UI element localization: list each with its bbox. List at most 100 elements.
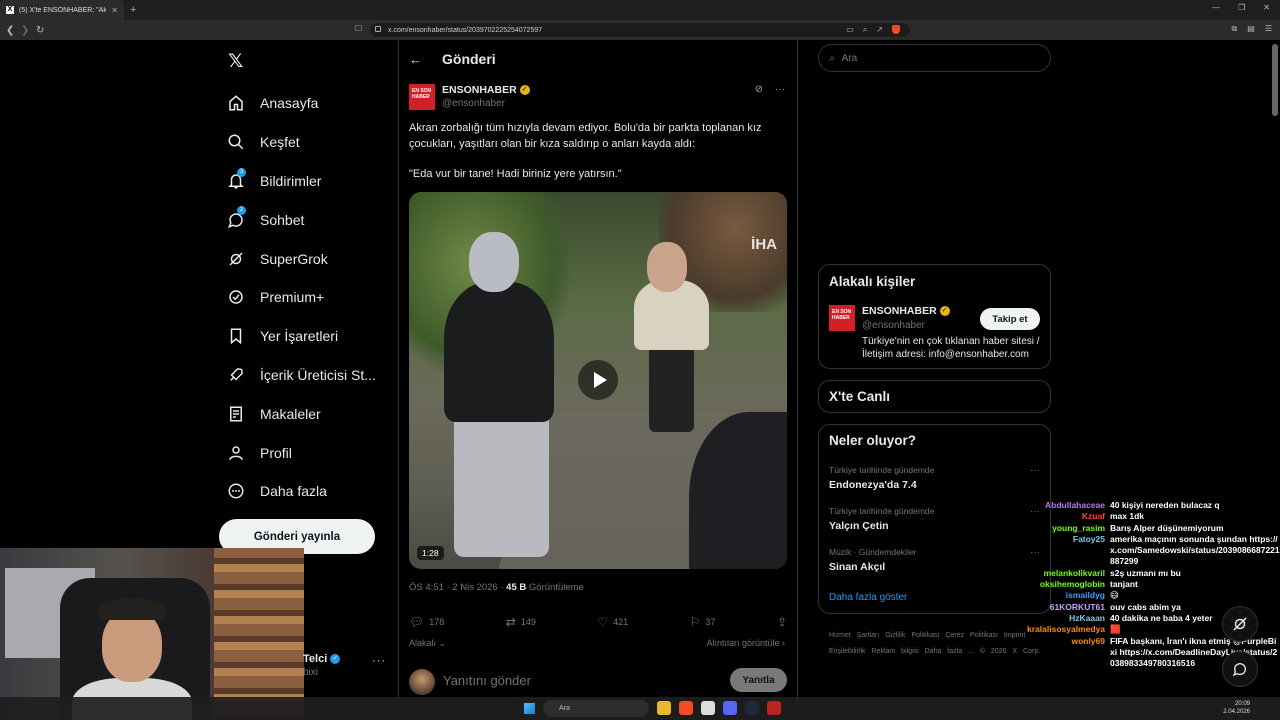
post-time[interactable]: ÖS 4:51 · 2 Nis 2026 · — [409, 582, 504, 593]
video-figure — [454, 407, 549, 557]
reply-input[interactable]: Yanıtını gönder — [443, 673, 531, 688]
left-nav: Anasayfa Keşfet 3 Bildirimler 2 Sohbet S… — [226, 84, 376, 511]
show-more-link[interactable]: Daha fazla göster — [829, 592, 907, 603]
trend-name: Sinan Akçıl — [829, 561, 886, 573]
person-icon — [226, 443, 246, 463]
reload-icon[interactable]: ↻ — [36, 25, 51, 36]
nav-chat[interactable]: 2 Sohbet — [226, 200, 376, 239]
obs-icon[interactable] — [767, 701, 781, 715]
chat-username: oksihemoglobin — [1039, 579, 1105, 590]
repost-action[interactable]: ⇄ 149 — [506, 615, 536, 629]
browser-tab-bar: X (5) X'te ENSONHABER: "Akran zo ✕ + — ❐… — [0, 0, 1280, 20]
nav-premium[interactable]: Premium+ — [226, 278, 376, 317]
nav-bookmarks[interactable]: Yer İşaretleri — [226, 317, 376, 356]
notepad-icon[interactable] — [701, 701, 715, 715]
file-explorer-icon[interactable] — [657, 701, 671, 715]
taskbar-clock[interactable]: 20:09 2.04.2026 — [1223, 700, 1250, 716]
account-handle: bixi — [303, 667, 319, 678]
extensions-icon[interactable]: ⧉ — [1232, 24, 1238, 34]
windows-start-icon[interactable] — [524, 703, 535, 714]
video-duration: 1:28 — [417, 546, 444, 560]
forward-icon[interactable]: ❯ — [21, 25, 36, 36]
reply-button[interactable]: Yanıtla — [730, 668, 787, 692]
minimize-icon[interactable]: — — [1212, 3, 1220, 12]
page-scrollbar[interactable] — [1272, 44, 1278, 116]
account-name[interactable]: Telci ✓ — [303, 653, 341, 665]
more-options-icon[interactable]: ··· — [775, 84, 785, 95]
view-label: Görüntüleme — [528, 582, 584, 593]
post-quote-text: "Eda vur bir tane! Hadi biriniz yere yat… — [409, 168, 622, 180]
back-icon[interactable]: ❮ — [6, 25, 21, 36]
site-info-icon[interactable] — [375, 26, 381, 32]
search-input[interactable]: ⌕ Ara — [818, 44, 1051, 72]
premium-icon — [226, 287, 246, 307]
discord-icon[interactable] — [723, 701, 737, 715]
trend-item[interactable]: Müzik · Gündemdekiler Sinan Akçıl — [829, 547, 916, 573]
verified-badge-icon: ✓ — [330, 654, 341, 665]
share-icon[interactable]: ↗ — [876, 23, 883, 37]
nav-label: SuperGrok — [260, 250, 328, 267]
back-arrow-icon[interactable]: ← — [409, 52, 422, 67]
nav-creator-studio[interactable]: İçerik Üreticisi St... — [226, 356, 376, 395]
author-name[interactable]: ENSONHABER ✓ — [442, 84, 530, 96]
grok-icon[interactable]: ⊘ — [755, 84, 763, 95]
chat-message: melankolikvaril s2ş uzmanı mı bu — [1010, 568, 1280, 579]
nav-label: Profil — [260, 444, 292, 461]
sort-replies-dropdown[interactable]: Alakalı ⌄ — [409, 638, 446, 649]
close-window-icon[interactable]: ✕ — [1263, 3, 1270, 12]
x-logo-icon[interactable]: 𝕏 — [228, 50, 243, 73]
related-avatar[interactable]: EN SON HABER — [829, 305, 855, 331]
nav-articles[interactable]: Makaleler — [226, 394, 376, 433]
related-handle[interactable]: @ensonhaber — [862, 320, 925, 331]
share-action[interactable]: ⇪ — [777, 615, 787, 629]
search-placeholder: Ara — [841, 52, 858, 64]
follow-button[interactable]: Takip et — [980, 308, 1040, 330]
new-tab-icon[interactable]: + — [130, 4, 136, 16]
brave-shields-icon[interactable] — [892, 25, 900, 34]
trend-item[interactable]: Türkiye tarihinde gündemde Endonezya'da … — [829, 465, 934, 491]
author-handle[interactable]: @ensonhaber — [442, 98, 505, 109]
sidebar-icon[interactable]: ▤ — [1247, 24, 1255, 34]
messages-float-icon[interactable] — [1222, 651, 1258, 687]
view-quotes-link[interactable]: Alıntıları görüntüle › — [706, 638, 785, 648]
grok-float-icon[interactable] — [1222, 606, 1258, 642]
taskbar-search[interactable]: Ara — [543, 700, 649, 717]
grok-icon — [226, 249, 246, 269]
chat-text: max 1dk — [1110, 511, 1145, 522]
browser-tab[interactable]: X (5) X'te ENSONHABER: "Akran zo ✕ — [0, 0, 124, 20]
chat-text: amerika maçının sonunda şundan https://x… — [1110, 533, 1280, 567]
nav-profile[interactable]: Profil — [226, 433, 376, 472]
video-player[interactable]: İHA 1:28 — [409, 192, 787, 569]
search-icon: ⌕ — [829, 52, 835, 64]
live-card[interactable]: X'te Canlı — [818, 380, 1051, 413]
nav-home[interactable]: Anasayfa — [226, 84, 376, 123]
restore-icon[interactable]: ❐ — [1238, 3, 1245, 12]
bookmark-action[interactable]: ⚐ 37 — [690, 615, 716, 629]
nav-supergrok[interactable]: SuperGrok — [226, 239, 376, 278]
nav-explore[interactable]: Keşfet — [226, 123, 376, 162]
taskbar: Ara 20:09 2.04.2026 — [0, 697, 1280, 720]
like-action[interactable]: ♡ 421 — [597, 615, 628, 629]
bookmark-page-icon[interactable]: ☐ — [355, 24, 362, 33]
nav-notifications[interactable]: 3 Bildirimler — [226, 162, 376, 201]
pip-icon[interactable]: ▭ — [846, 23, 854, 37]
url-field[interactable]: x.com/ensonhaber/status/2039702225254072… — [370, 23, 910, 37]
related-name[interactable]: ENSONHABER ✓ — [862, 305, 950, 317]
menu-icon[interactable]: ☰ — [1265, 24, 1272, 34]
url-text: x.com/ensonhaber/status/2039702225254072… — [388, 26, 543, 34]
steam-icon[interactable] — [745, 701, 759, 715]
chat-message: young_rasim Barış Alper düşünemiyorum — [1010, 523, 1280, 534]
brave-icon[interactable] — [679, 701, 693, 715]
author-avatar[interactable]: EN SON HABER — [409, 84, 435, 110]
tab-title: (5) X'te ENSONHABER: "Akran zo — [19, 6, 107, 14]
nav-more[interactable]: Daha fazla — [226, 472, 376, 511]
nav-label: Makaleler — [260, 405, 321, 422]
trend-item[interactable]: Türkiye tarihinde gündemde Yalçın Çetin — [829, 506, 934, 532]
share-icon: ⇪ — [776, 615, 787, 629]
close-tab-icon[interactable]: ✕ — [111, 6, 118, 15]
reply-action[interactable]: 💬︎ 178 — [409, 615, 444, 629]
play-icon[interactable] — [578, 360, 618, 400]
trend-more-icon[interactable]: ··· — [1030, 465, 1040, 476]
account-menu-icon[interactable]: ··· — [372, 655, 386, 667]
zoom-icon[interactable]: ⌕ — [863, 23, 867, 37]
